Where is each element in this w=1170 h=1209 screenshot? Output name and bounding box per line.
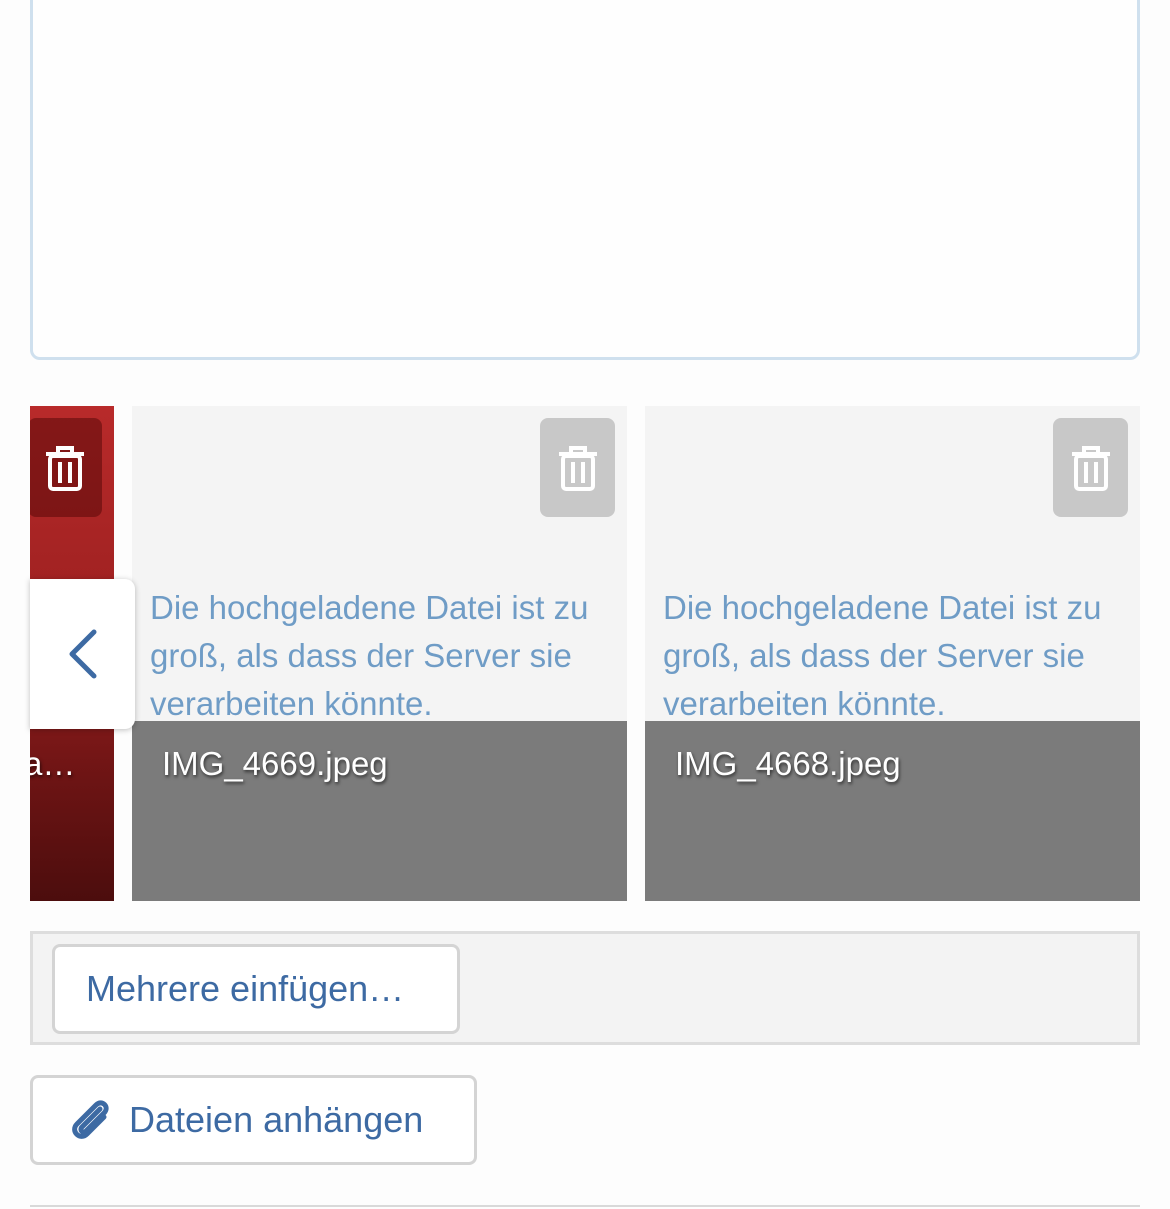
file-name: IMG_4668.jpeg xyxy=(675,745,901,782)
attachment-carousel: a… Die hochgeladene Datei ist zu groß, a… xyxy=(30,406,1140,901)
insert-multiple-button[interactable]: Mehrere einfügen… xyxy=(52,944,460,1034)
divider xyxy=(30,1205,1140,1207)
trash-icon xyxy=(1071,445,1110,491)
page: a… Die hochgeladene Datei ist zu groß, a… xyxy=(0,0,1170,1209)
insert-multiple-label: Mehrere einfügen… xyxy=(86,968,405,1009)
chevron-left-icon xyxy=(69,629,96,679)
attach-files-label: Dateien anhängen xyxy=(129,1099,424,1140)
attach-files-button[interactable]: Dateien anhängen xyxy=(30,1075,477,1165)
delete-attachment-button[interactable] xyxy=(30,418,102,517)
upload-error-message: Die hochgeladene Datei ist zu groß, als … xyxy=(150,589,589,722)
file-name-band: IMG_4668.jpeg xyxy=(645,721,1140,901)
trash-icon xyxy=(558,445,597,491)
delete-attachment-button[interactable] xyxy=(1053,418,1128,517)
attachment-card[interactable]: Die hochgeladene Datei ist zu groß, als … xyxy=(645,406,1140,901)
file-name-band: a… xyxy=(30,721,114,901)
attachment-card[interactable]: Die hochgeladene Datei ist zu groß, als … xyxy=(132,406,627,901)
carousel-previous-button[interactable] xyxy=(30,579,135,729)
file-name: a… xyxy=(30,745,76,782)
upload-error-message: Die hochgeladene Datei ist zu groß, als … xyxy=(663,589,1102,722)
file-name-band: IMG_4669.jpeg xyxy=(132,721,627,901)
attachment-toolbar: Mehrere einfügen… xyxy=(30,931,1140,1045)
paperclip-icon xyxy=(72,1100,109,1139)
delete-attachment-button[interactable] xyxy=(540,418,615,517)
file-name: IMG_4669.jpeg xyxy=(162,745,388,782)
trash-icon xyxy=(46,445,84,491)
message-textarea[interactable] xyxy=(30,0,1140,360)
